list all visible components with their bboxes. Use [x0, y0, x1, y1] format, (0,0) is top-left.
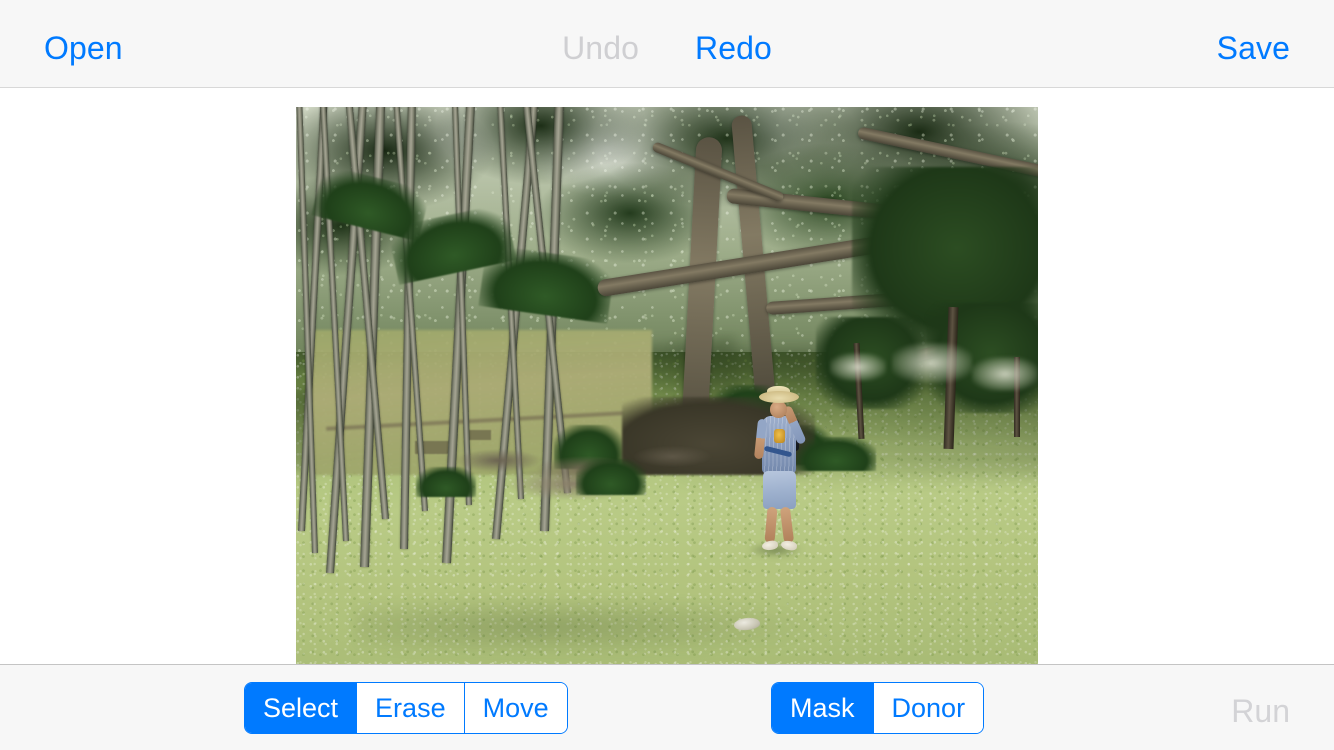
save-button[interactable]: Save	[1213, 26, 1294, 70]
run-button[interactable]: Run	[1227, 691, 1294, 731]
blossom-cluster	[972, 357, 1038, 391]
person-shorts	[762, 471, 796, 510]
layer-option-donor[interactable]: Donor	[872, 683, 984, 733]
blossom-cluster	[830, 353, 886, 381]
photo-image	[296, 107, 1038, 664]
history-button-group: Undo Redo	[0, 26, 1334, 70]
app-window: Open Undo Redo Save Select Erase Move Ma…	[0, 0, 1334, 750]
person-head	[769, 401, 787, 419]
tool-option-move[interactable]: Move	[463, 683, 567, 733]
tool-option-erase[interactable]: Erase	[356, 683, 464, 733]
person-leg-right	[779, 506, 795, 544]
camera	[773, 429, 785, 444]
undo-button[interactable]: Undo	[558, 26, 643, 70]
person-figure	[745, 386, 811, 561]
straw-hat-brim	[758, 391, 799, 404]
open-button[interactable]: Open	[40, 26, 127, 70]
redo-button[interactable]: Redo	[691, 26, 776, 70]
photo-canvas[interactable]	[296, 107, 1038, 664]
layer-option-mask[interactable]: Mask	[772, 683, 873, 733]
person-leg-left	[764, 506, 778, 544]
bottom-toolbar: Select Erase Move Mask Donor Run	[0, 664, 1334, 750]
tool-option-select[interactable]: Select	[245, 683, 357, 733]
lawn-shadow-center	[355, 595, 831, 658]
layer-mode-segmented-control[interactable]: Mask Donor	[771, 682, 985, 734]
tool-mode-segmented-control[interactable]: Select Erase Move	[244, 682, 568, 734]
shrub	[576, 459, 646, 495]
top-toolbar: Open Undo Redo Save	[0, 0, 1334, 88]
blossom-cluster	[892, 343, 972, 383]
canvas-area[interactable]	[0, 88, 1334, 664]
shrub	[416, 467, 476, 497]
